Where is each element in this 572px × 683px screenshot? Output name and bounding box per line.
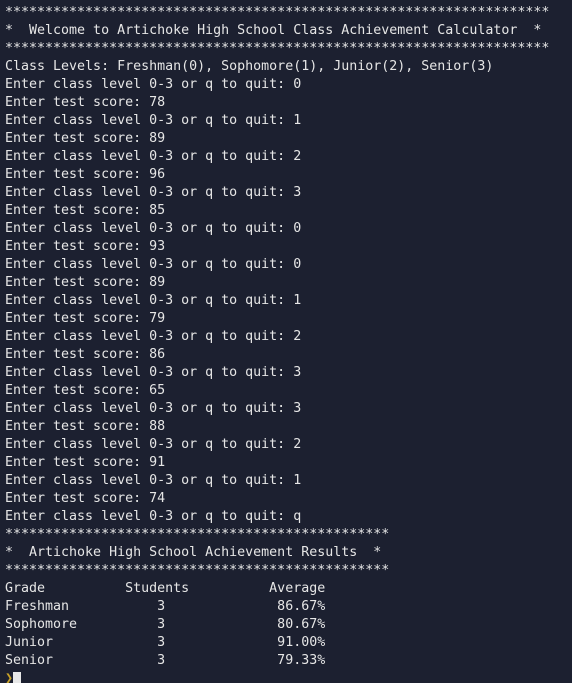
terminal-window[interactable]: ****************************************… — [0, 0, 572, 683]
prompt-class-level-3: Enter class level 0-3 or q to quit: 2 — [5, 149, 302, 164]
banner-results-rule: ****************************************… — [5, 527, 390, 542]
prompt-test-score-2: Enter test score: 89 — [5, 131, 166, 146]
prompt-class-level-4: Enter class level 0-3 or q to quit: 3 — [5, 185, 302, 200]
prompt-test-score-12: Enter test score: 74 — [5, 491, 166, 506]
banner-results-title: * Artichoke High School Achievement Resu… — [5, 545, 382, 560]
prompt-class-level-1: Enter class level 0-3 or q to quit: 0 — [5, 77, 302, 92]
text-cursor[interactable] — [13, 671, 21, 683]
prompt-class-level-7: Enter class level 0-3 or q to quit: 1 — [5, 293, 302, 308]
prompt-class-level-quit: Enter class level 0-3 or q to quit: q — [5, 509, 302, 524]
prompt-test-score-11: Enter test score: 91 — [5, 455, 166, 470]
table-row: Junior 3 91.00% — [5, 635, 326, 650]
prompt-class-level-8: Enter class level 0-3 or q to quit: 2 — [5, 329, 302, 344]
prompt-test-score-9: Enter test score: 65 — [5, 383, 166, 398]
prompt-class-level-11: Enter class level 0-3 or q to quit: 2 — [5, 437, 302, 452]
prompt-test-score-7: Enter test score: 79 — [5, 311, 166, 326]
banner-top-rule: ****************************************… — [5, 5, 550, 20]
prompt-class-level-9: Enter class level 0-3 or q to quit: 3 — [5, 365, 302, 380]
prompt-class-level-2: Enter class level 0-3 or q to quit: 1 — [5, 113, 302, 128]
shell-prompt-line[interactable]: ❯ — [5, 670, 572, 683]
table-row: Senior 3 79.33% — [5, 653, 326, 668]
banner-results-rule-bottom: ****************************************… — [5, 563, 390, 578]
prompt-class-level-12: Enter class level 0-3 or q to quit: 1 — [5, 473, 302, 488]
class-levels-legend: Class Levels: Freshman(0), Sophomore(1),… — [5, 59, 494, 74]
prompt-test-score-1: Enter test score: 78 — [5, 95, 166, 110]
banner-top-rule-bottom: ****************************************… — [5, 41, 550, 56]
table-row: Freshman 3 86.67% — [5, 599, 326, 614]
prompt-chevron-icon: ❯ — [5, 671, 14, 683]
prompt-test-score-10: Enter test score: 88 — [5, 419, 166, 434]
prompt-class-level-5: Enter class level 0-3 or q to quit: 0 — [5, 221, 302, 236]
prompt-test-score-4: Enter test score: 85 — [5, 203, 166, 218]
prompt-test-score-5: Enter test score: 93 — [5, 239, 166, 254]
table-row: Sophomore 3 80.67% — [5, 617, 326, 632]
prompt-test-score-8: Enter test score: 86 — [5, 347, 166, 362]
prompt-test-score-3: Enter test score: 96 — [5, 167, 166, 182]
prompt-test-score-6: Enter test score: 89 — [5, 275, 166, 290]
results-table-header: Grade Students Average — [5, 581, 326, 596]
prompt-class-level-6: Enter class level 0-3 or q to quit: 0 — [5, 257, 302, 272]
prompt-class-level-10: Enter class level 0-3 or q to quit: 3 — [5, 401, 302, 416]
banner-top-title: * Welcome to Artichoke High School Class… — [5, 23, 542, 38]
